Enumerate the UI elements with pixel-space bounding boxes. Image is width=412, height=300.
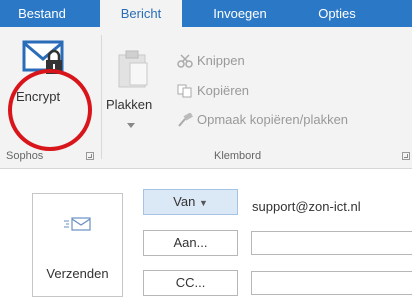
send-label: Verzenden — [46, 266, 109, 281]
cc-input[interactable] — [251, 271, 412, 295]
group-separator — [101, 35, 102, 159]
send-button[interactable]: Verzenden — [32, 193, 123, 297]
tab-bestand[interactable]: Bestand — [0, 0, 84, 27]
paste-button[interactable]: Plakken — [104, 49, 158, 139]
cut-label: Knippen — [197, 53, 245, 68]
cc-button[interactable]: CC... — [143, 270, 238, 296]
clipboard-dialog-launcher-icon[interactable] — [402, 152, 410, 160]
scissors-icon — [177, 54, 193, 68]
copy-icon — [177, 84, 192, 98]
ribbon-panel: Encrypt Sophos Plakken Knippen Kopiëren … — [0, 27, 412, 169]
to-input[interactable] — [251, 231, 412, 255]
paste-label: Plakken — [106, 97, 153, 112]
tab-opties[interactable]: Opties — [303, 0, 371, 27]
tab-bericht[interactable]: Bericht — [100, 0, 182, 27]
copy-label: Kopiëren — [197, 83, 250, 98]
ribbon-tab-bar: Bestand Bericht Invoegen Opties — [0, 0, 412, 27]
highlight-circle — [8, 69, 92, 151]
tab-invoegen[interactable]: Invoegen — [197, 0, 283, 27]
chevron-down-icon: ▼ — [198, 198, 208, 208]
send-icon — [64, 217, 91, 231]
to-button[interactable]: Aan... — [143, 230, 238, 256]
from-label: Van — [173, 194, 196, 209]
format-painter-label: Opmaak kopiëren/plakken — [197, 112, 349, 127]
clipboard-icon — [118, 50, 148, 88]
from-address: support@zon-ict.nl — [252, 199, 361, 214]
compose-header: Verzenden Van ▼ support@zon-ict.nl Aan..… — [0, 169, 412, 300]
group-label-sophos: Sophos — [6, 150, 44, 162]
group-label-clipboard: Klembord — [214, 150, 262, 162]
format-painter-icon — [178, 113, 193, 127]
from-button[interactable]: Van ▼ — [143, 189, 238, 215]
sophos-dialog-launcher-icon[interactable] — [86, 152, 94, 160]
chevron-down-icon — [127, 123, 135, 128]
